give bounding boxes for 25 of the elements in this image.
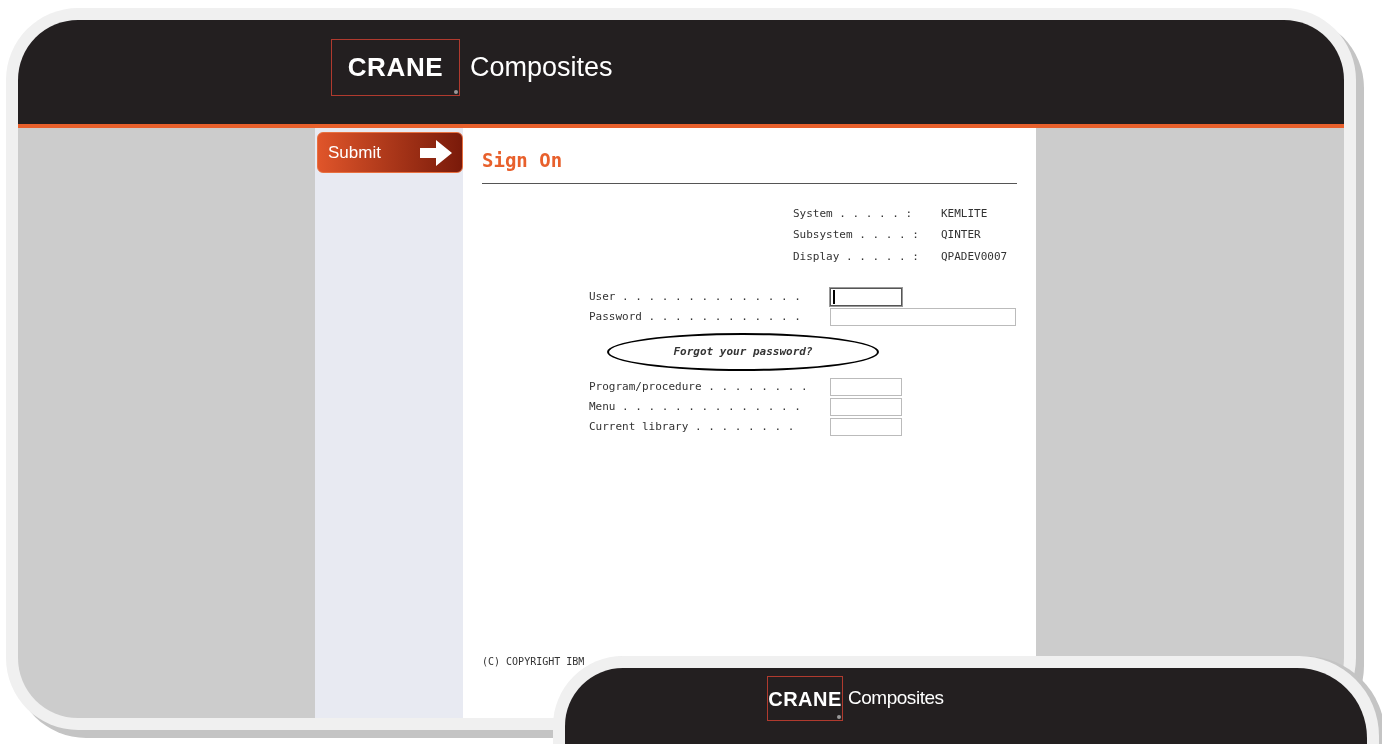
input-field[interactable] (830, 378, 902, 396)
info-value: KEMLITE (941, 205, 988, 222)
input-field[interactable] (830, 308, 1016, 326)
arrow-right-icon (420, 139, 452, 166)
info-label: Display . . . . . : (793, 248, 920, 265)
logo-text: Composites (470, 50, 613, 84)
info-label: Subsystem . . . . : (793, 227, 920, 243)
logo-text: Composites (848, 686, 944, 711)
field-label: Current library . . . . . . . . (589, 418, 796, 435)
field-label: Menu . . . . . . . . . . . . . . (589, 398, 802, 415)
logo-mark: CRANE (767, 676, 843, 721)
input-field[interactable] (830, 288, 902, 306)
copyright-text: (C) COPYRIGHT IBM (482, 656, 585, 667)
field-label: Password . . . . . . . . . . . . (589, 308, 802, 325)
field-label: Program/procedure . . . . . . . . (589, 378, 809, 395)
submit-button[interactable]: Submit (317, 132, 463, 173)
logo-mark: CRANE (331, 38, 460, 96)
page-title: Sign On (482, 146, 1017, 184)
info-label: System . . . . . : (793, 205, 914, 222)
field-label: User . . . . . . . . . . . . . . (589, 288, 802, 305)
info-value: QINTER (941, 227, 981, 243)
input-field[interactable] (830, 398, 902, 416)
info-value: QPADEV0007 (941, 248, 1008, 265)
input-field[interactable] (830, 418, 902, 436)
forgot-password-link[interactable]: Forgot your password? (607, 333, 879, 371)
